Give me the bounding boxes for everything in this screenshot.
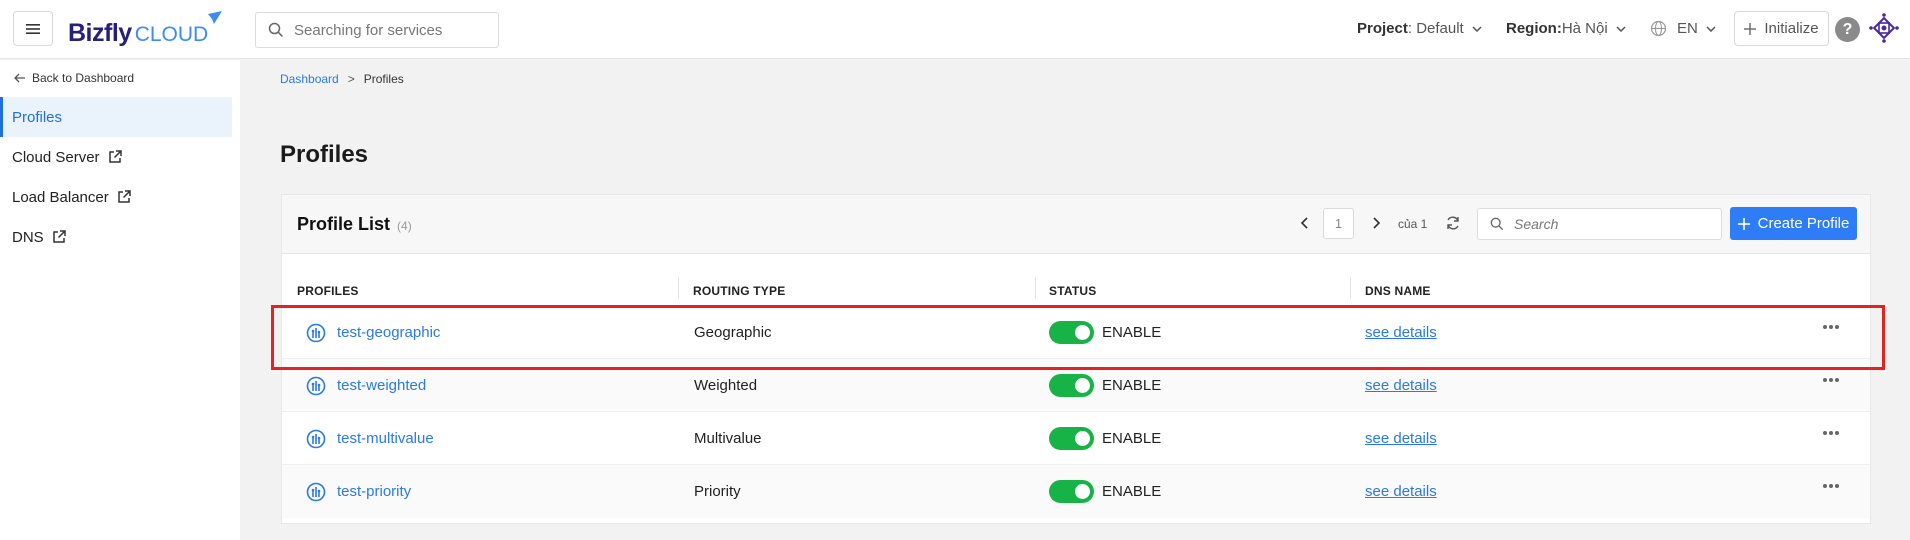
sidebar-item-profiles[interactable]: Profiles xyxy=(0,97,232,137)
service-search-input[interactable]: Searching for services xyxy=(255,12,499,48)
sidebar-item-label: Profiles xyxy=(12,108,63,126)
column-divider xyxy=(1350,277,1351,299)
more-options-icon[interactable] xyxy=(1822,483,1840,489)
region-value: Hà Nội xyxy=(1561,20,1608,37)
back-to-dashboard-link[interactable]: Back to Dashboard xyxy=(14,71,134,85)
arrow-left-icon xyxy=(14,73,25,83)
profile-name-link[interactable]: test-priority xyxy=(337,483,411,500)
hamburger-icon xyxy=(26,23,40,34)
external-link-icon xyxy=(118,190,131,203)
table-row[interactable]: test-multivalue Multivalue ENABLE see de… xyxy=(282,412,1870,465)
chevron-right-icon[interactable] xyxy=(1367,214,1385,232)
sidebar-item-dns[interactable]: DNS xyxy=(0,217,232,257)
profile-search-input[interactable]: Search xyxy=(1477,208,1722,240)
breadcrumb-dashboard[interactable]: Dashboard xyxy=(280,72,339,86)
language-value: EN xyxy=(1677,20,1698,37)
dns-see-details-link[interactable]: see details xyxy=(1365,377,1437,394)
chevron-down-icon xyxy=(1706,25,1716,32)
column-header-dns-name: DNS NAME xyxy=(1365,284,1431,298)
routing-type: Multivalue xyxy=(694,430,762,447)
status-text: ENABLE xyxy=(1102,377,1162,394)
plus-icon xyxy=(1744,22,1757,35)
create-profile-button[interactable]: Create Profile xyxy=(1730,207,1857,240)
list-title-text: Profile List xyxy=(297,214,391,234)
external-link-icon xyxy=(52,230,66,243)
more-options-icon[interactable] xyxy=(1822,430,1840,436)
globe-icon xyxy=(1650,20,1667,37)
breadcrumb-separator: > xyxy=(347,72,355,86)
column-header-profiles: PROFILES xyxy=(297,284,359,298)
status-text: ENABLE xyxy=(1102,483,1162,500)
user-avatar[interactable] xyxy=(1868,12,1900,44)
project-selector[interactable]: Project : Default xyxy=(1357,20,1482,37)
search-placeholder: Searching for services xyxy=(294,21,443,39)
dns-see-details-link[interactable]: see details xyxy=(1365,483,1437,500)
initialize-label: Initialize xyxy=(1764,20,1819,37)
paper-plane-icon xyxy=(208,11,222,24)
region-label: Region: xyxy=(1506,20,1562,37)
language-selector[interactable]: EN xyxy=(1650,20,1716,37)
status-toggle[interactable] xyxy=(1049,427,1094,450)
logo-text: Bizfly xyxy=(68,19,132,47)
profile-icon xyxy=(306,376,326,396)
table-row[interactable]: test-priority Priority ENABLE see detail… xyxy=(282,465,1870,518)
profile-name-link[interactable]: test-multivalue xyxy=(337,430,434,447)
dns-see-details-link[interactable]: see details xyxy=(1365,430,1437,447)
sidebar-item-cloud-server[interactable]: Cloud Server xyxy=(0,137,232,177)
profile-name-link[interactable]: test-weighted xyxy=(337,377,426,394)
routing-type: Priority xyxy=(694,483,741,500)
sidebar-item-label: DNS xyxy=(12,228,44,246)
sidebar-item-label: Load Balancer xyxy=(12,188,109,206)
region-selector[interactable]: Region: Hà Nội xyxy=(1506,20,1626,37)
highlight-box xyxy=(271,305,1885,370)
profile-list-title: Profile List (4) xyxy=(297,214,412,235)
profile-icon xyxy=(306,482,326,502)
profile-icon xyxy=(306,429,326,449)
back-label: Back to Dashboard xyxy=(32,71,135,85)
list-count: (4) xyxy=(397,219,412,233)
status-toggle[interactable] xyxy=(1049,374,1094,397)
routing-type: Weighted xyxy=(694,377,758,394)
initialize-button[interactable]: Initialize xyxy=(1734,11,1829,46)
sidebar-item-load-balancer[interactable]: Load Balancer xyxy=(0,177,232,217)
top-bar: Bizfly CLOUD Searching for services Proj… xyxy=(0,0,1910,59)
page-total: của 1 xyxy=(1398,217,1428,231)
column-header-status: STATUS xyxy=(1049,284,1097,298)
chevron-down-icon xyxy=(1616,25,1626,32)
column-divider xyxy=(1035,277,1036,299)
breadcrumb: Dashboard > Profiles xyxy=(280,72,404,86)
bizfly-logo[interactable]: Bizfly CLOUD xyxy=(68,11,222,48)
column-header-routing-type: ROUTING TYPE xyxy=(693,284,786,298)
breadcrumb-current: Profiles xyxy=(363,72,404,86)
project-value: : Default xyxy=(1407,20,1464,37)
search-icon xyxy=(1490,217,1504,231)
column-divider xyxy=(678,277,679,299)
refresh-icon[interactable] xyxy=(1445,215,1461,231)
status-text: ENABLE xyxy=(1102,430,1162,447)
plus-icon xyxy=(1737,217,1750,230)
profile-list-header: Profile List (4) 1 của 1 Search Create P… xyxy=(282,195,1870,254)
chevron-down-icon xyxy=(1472,25,1482,32)
more-options-icon[interactable] xyxy=(1822,377,1840,383)
search-icon xyxy=(268,22,284,38)
page-title: Profiles xyxy=(280,141,369,168)
help-icon[interactable]: ? xyxy=(1835,17,1860,42)
menu-button[interactable] xyxy=(13,11,53,46)
sidebar-item-label: Cloud Server xyxy=(12,148,100,166)
create-profile-label: Create Profile xyxy=(1757,215,1850,232)
profile-search-placeholder: Search xyxy=(1514,216,1559,232)
chevron-left-icon[interactable] xyxy=(1296,214,1314,232)
sidebar: Back to Dashboard Profiles Cloud Server … xyxy=(0,60,240,540)
external-link-icon xyxy=(108,150,122,163)
project-label: Project xyxy=(1357,20,1408,37)
status-toggle[interactable] xyxy=(1049,480,1094,503)
page-number-input[interactable]: 1 xyxy=(1323,208,1354,239)
